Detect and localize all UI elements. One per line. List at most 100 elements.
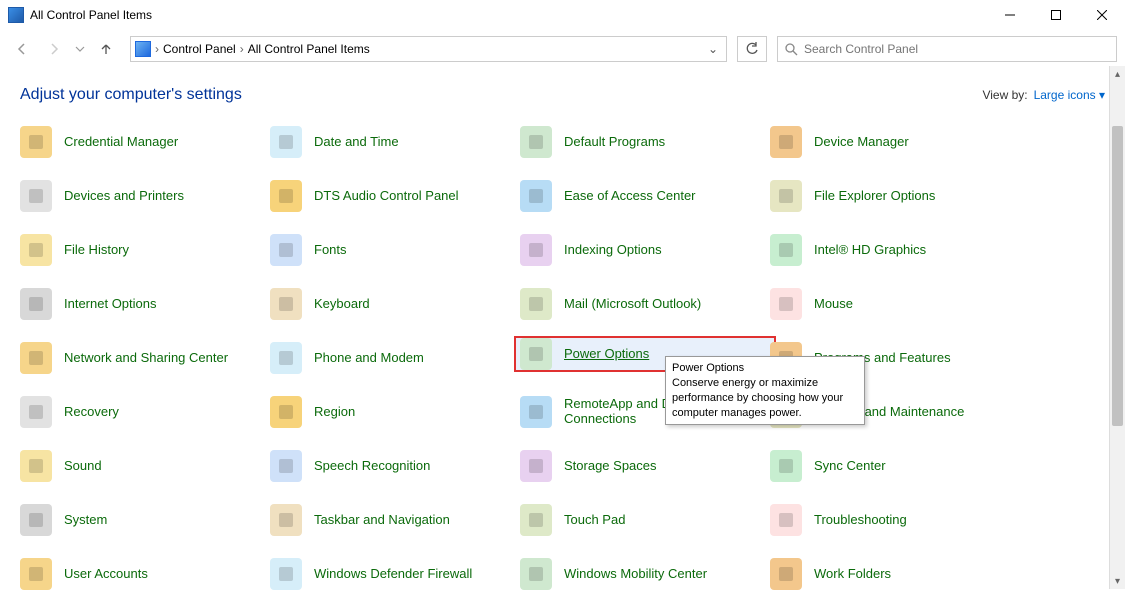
item-label[interactable]: Ease of Access Center [564, 189, 696, 204]
item-label[interactable]: DTS Audio Control Panel [314, 189, 459, 204]
item-label[interactable]: Network and Sharing Center [64, 351, 228, 366]
scrollbar-thumb[interactable] [1112, 126, 1123, 426]
item-label[interactable]: Default Programs [564, 135, 665, 150]
item-icon [270, 180, 302, 212]
scroll-up-arrow-icon[interactable]: ▴ [1110, 66, 1125, 82]
back-button[interactable] [8, 35, 36, 63]
breadcrumb-current[interactable]: All Control Panel Items [248, 42, 370, 56]
item-label[interactable]: Mouse [814, 297, 853, 312]
control-panel-item[interactable]: Internet Options [20, 286, 270, 322]
item-label[interactable]: Intel® HD Graphics [814, 243, 926, 258]
item-label[interactable]: Work Folders [814, 567, 891, 582]
item-label[interactable]: System [64, 513, 107, 528]
control-panel-item[interactable]: Fonts [270, 232, 520, 268]
control-panel-item[interactable]: Indexing Options [520, 232, 770, 268]
item-label[interactable]: Region [314, 405, 355, 420]
search-input[interactable] [804, 42, 1110, 56]
item-icon [520, 396, 552, 428]
item-icon [270, 396, 302, 428]
address-dropdown-icon[interactable]: ⌄ [704, 42, 722, 56]
control-panel-item[interactable]: Phone and Modem [270, 340, 520, 376]
control-panel-item[interactable]: Network and Sharing Center [20, 340, 270, 376]
item-label[interactable]: Troubleshooting [814, 513, 907, 528]
control-panel-item[interactable]: Credential Manager [20, 124, 270, 160]
item-label[interactable]: Fonts [314, 243, 347, 258]
control-panel-item[interactable]: Mail (Microsoft Outlook) [520, 286, 770, 322]
control-panel-item[interactable]: Speech Recognition [270, 448, 520, 484]
control-panel-item[interactable]: Windows Defender Firewall [270, 556, 520, 592]
minimize-button[interactable] [987, 0, 1033, 30]
control-panel-item[interactable]: Intel® HD Graphics [770, 232, 1020, 268]
item-label[interactable]: Taskbar and Navigation [314, 513, 450, 528]
address-bar[interactable]: › Control Panel › All Control Panel Item… [130, 36, 727, 62]
item-label[interactable]: File Explorer Options [814, 189, 935, 204]
item-icon [520, 180, 552, 212]
item-label[interactable]: Date and Time [314, 135, 399, 150]
control-panel-item[interactable]: Storage Spaces [520, 448, 770, 484]
item-label[interactable]: User Accounts [64, 567, 148, 582]
recent-locations-button[interactable] [72, 35, 88, 63]
close-button[interactable] [1079, 0, 1125, 30]
control-panel-item[interactable]: Windows Mobility Center [520, 556, 770, 592]
item-label[interactable]: Devices and Printers [64, 189, 184, 204]
item-label[interactable]: Credential Manager [64, 135, 178, 150]
item-label[interactable]: Recovery [64, 405, 119, 420]
maximize-button[interactable] [1033, 0, 1079, 30]
breadcrumb-separator-icon: › [155, 42, 159, 56]
control-panel-item[interactable]: File History [20, 232, 270, 268]
breadcrumb-separator-icon: › [240, 42, 244, 56]
control-panel-item[interactable]: Keyboard [270, 286, 520, 322]
control-panel-item[interactable]: Sound [20, 448, 270, 484]
control-panel-item[interactable]: Region [270, 394, 520, 430]
item-icon [270, 342, 302, 374]
control-panel-item[interactable]: File Explorer Options [770, 178, 1020, 214]
control-panel-item[interactable]: Mouse [770, 286, 1020, 322]
control-panel-item[interactable]: Ease of Access Center [520, 178, 770, 214]
control-panel-item[interactable]: Touch Pad [520, 502, 770, 538]
item-label[interactable]: Internet Options [64, 297, 157, 312]
item-label[interactable]: Storage Spaces [564, 459, 657, 474]
item-label[interactable]: File History [64, 243, 129, 258]
tooltip-title: Power Options [672, 361, 858, 376]
item-icon [770, 558, 802, 590]
item-label[interactable]: Phone and Modem [314, 351, 424, 366]
item-label[interactable]: Indexing Options [564, 243, 662, 258]
item-label[interactable]: Mail (Microsoft Outlook) [564, 297, 701, 312]
view-by-dropdown[interactable]: Large icons ▾ [1034, 88, 1105, 102]
item-label[interactable]: Sound [64, 459, 102, 474]
control-panel-item[interactable]: Date and Time [270, 124, 520, 160]
control-panel-item[interactable]: Sync Center [770, 448, 1020, 484]
forward-button[interactable] [40, 35, 68, 63]
item-label[interactable]: Windows Defender Firewall [314, 567, 472, 582]
control-panel-item[interactable]: Taskbar and Navigation [270, 502, 520, 538]
breadcrumb-root[interactable]: Control Panel [163, 42, 236, 56]
control-panel-item[interactable]: System [20, 502, 270, 538]
item-label[interactable]: Sync Center [814, 459, 886, 474]
item-icon [770, 504, 802, 536]
refresh-button[interactable] [737, 36, 767, 62]
vertical-scrollbar[interactable]: ▴ ▾ [1109, 66, 1125, 589]
control-panel-item[interactable]: Device Manager [770, 124, 1020, 160]
control-panel-item[interactable]: Troubleshooting [770, 502, 1020, 538]
item-label[interactable]: Touch Pad [564, 513, 625, 528]
control-panel-item[interactable]: Devices and Printers [20, 178, 270, 214]
item-icon [770, 234, 802, 266]
scroll-down-arrow-icon[interactable]: ▾ [1110, 573, 1125, 589]
control-panel-item[interactable]: Work Folders [770, 556, 1020, 592]
item-icon [20, 558, 52, 590]
item-label[interactable]: Speech Recognition [314, 459, 430, 474]
item-icon [520, 450, 552, 482]
item-label[interactable]: Device Manager [814, 135, 909, 150]
item-label[interactable]: Keyboard [314, 297, 370, 312]
control-panel-item[interactable]: Default Programs [520, 124, 770, 160]
up-button[interactable] [92, 35, 120, 63]
item-icon [770, 180, 802, 212]
item-label[interactable]: Windows Mobility Center [564, 567, 707, 582]
item-icon [20, 180, 52, 212]
control-panel-item[interactable]: User Accounts [20, 556, 270, 592]
item-icon [520, 558, 552, 590]
control-panel-item[interactable]: DTS Audio Control Panel [270, 178, 520, 214]
control-panel-item[interactable]: Recovery [20, 394, 270, 430]
search-box[interactable] [777, 36, 1117, 62]
item-label[interactable]: Power Options [564, 347, 649, 362]
